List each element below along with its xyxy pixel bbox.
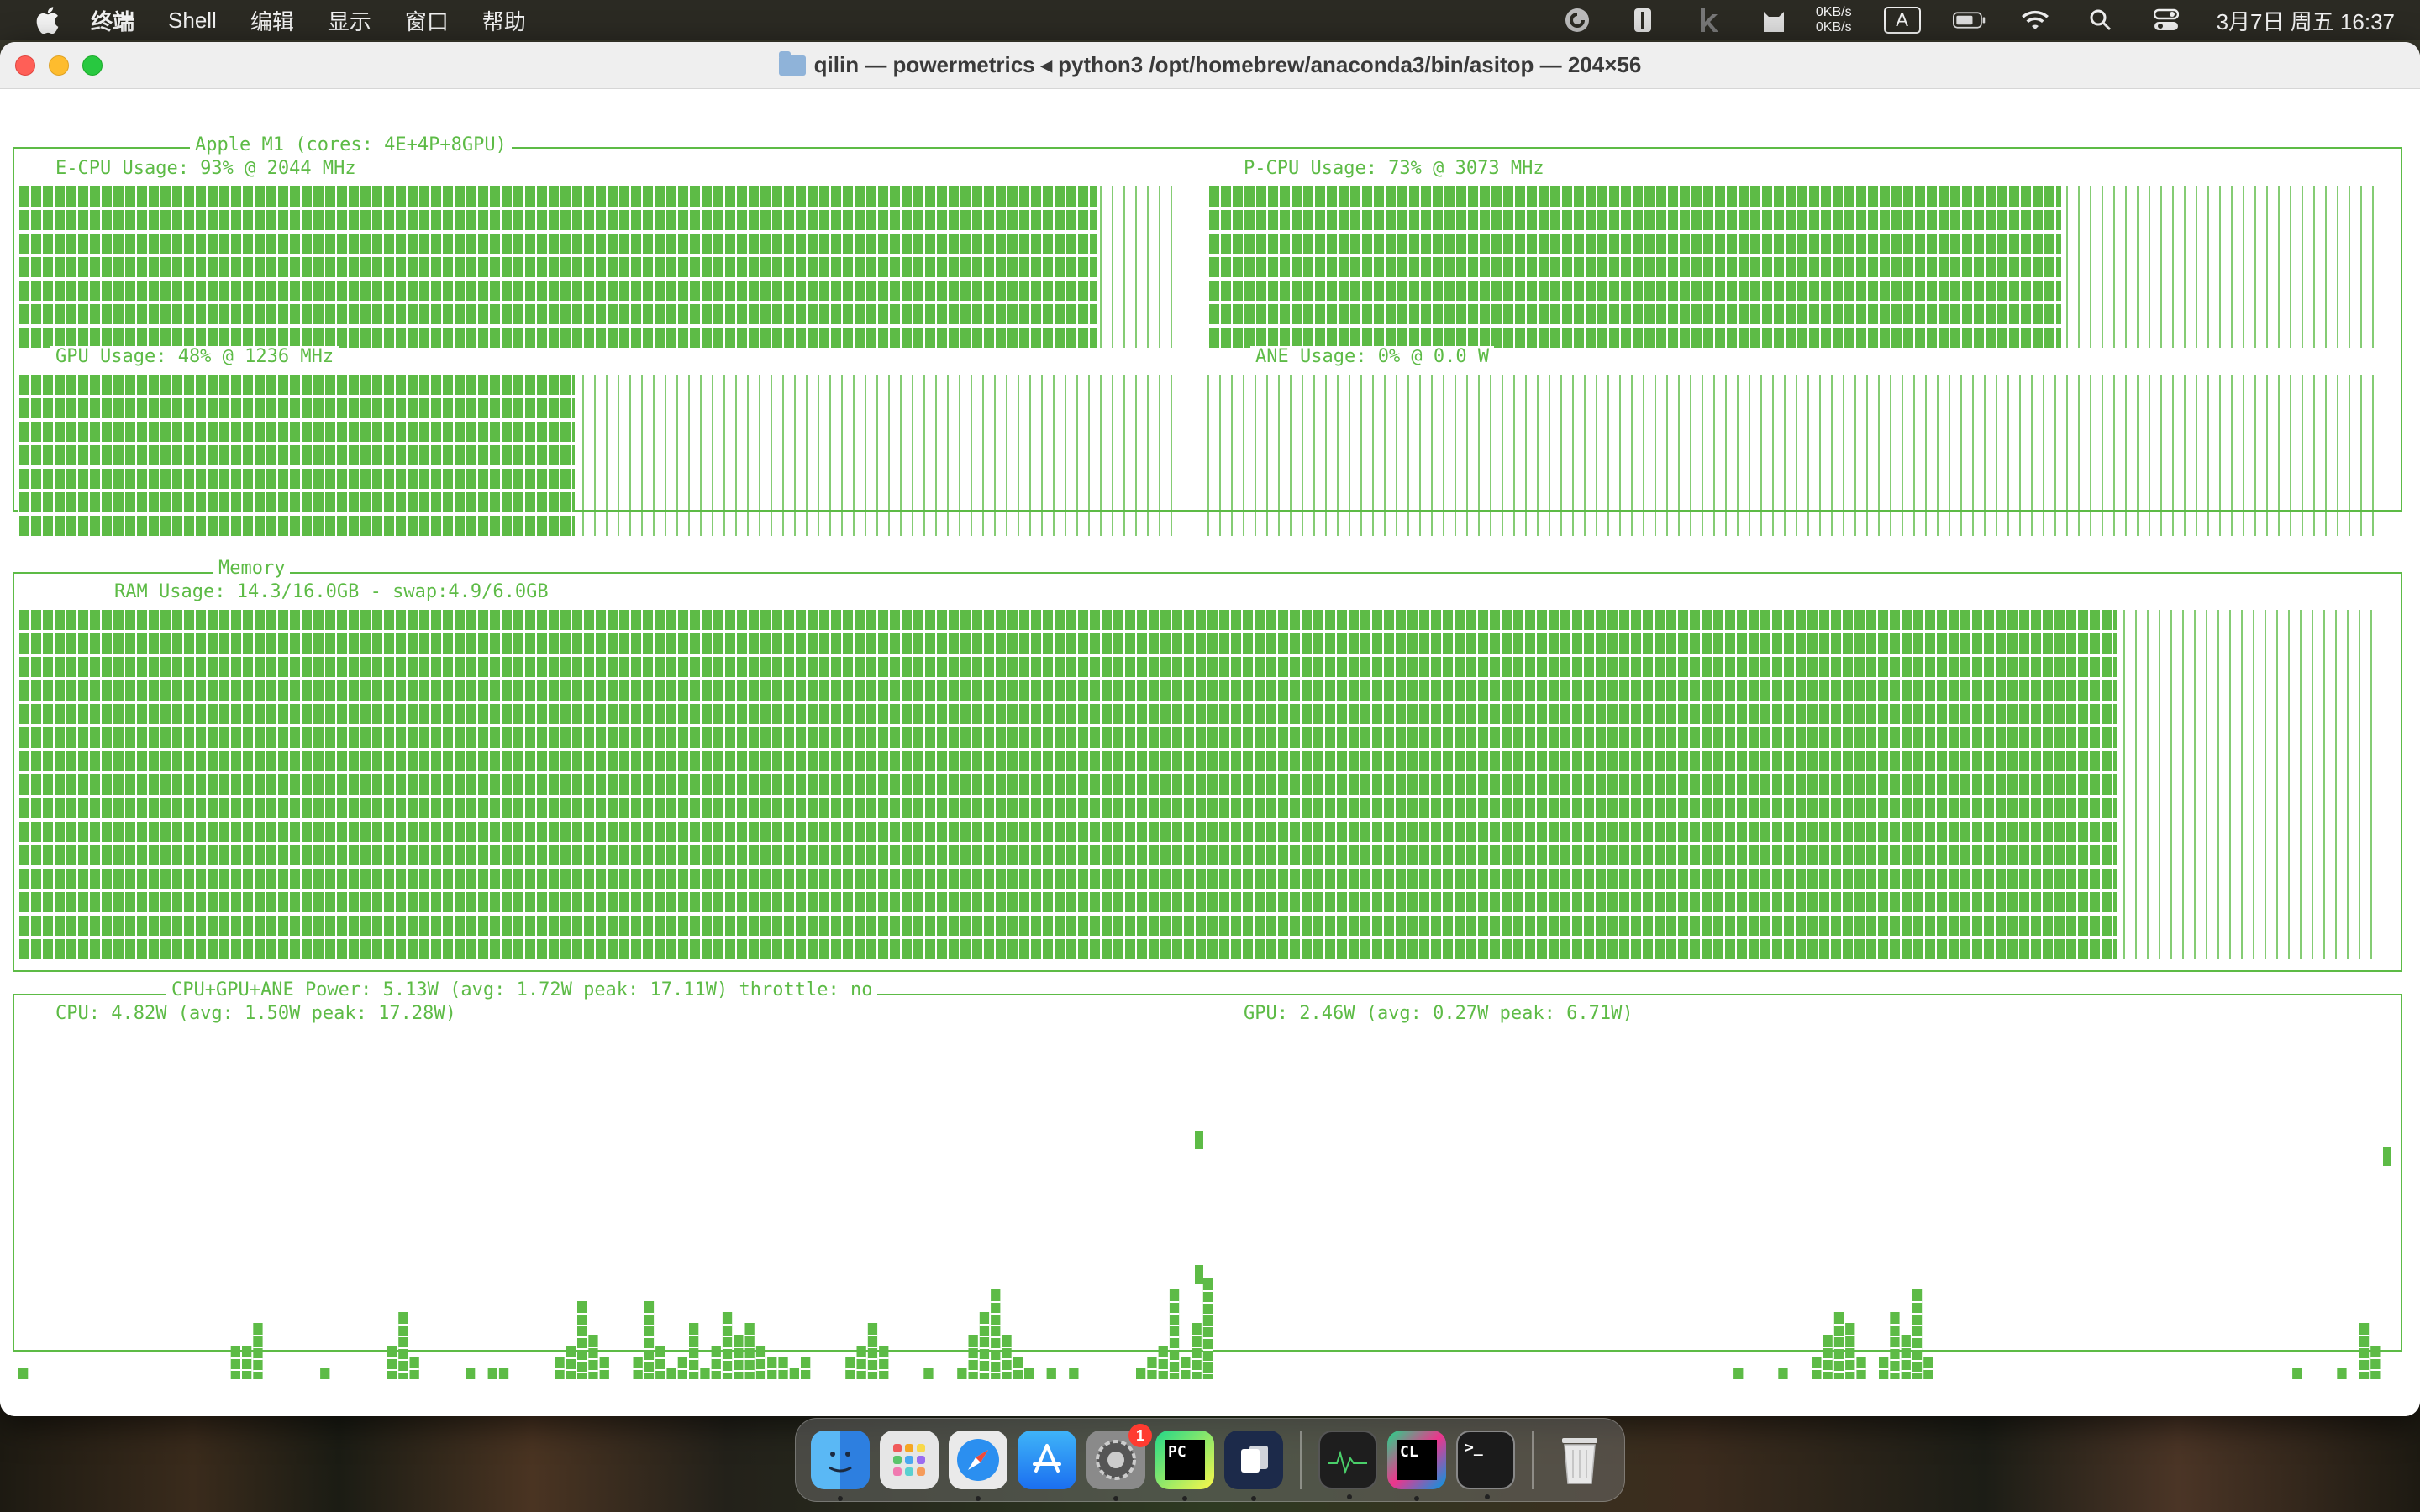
k-app-icon[interactable] <box>1691 3 1725 37</box>
wifi-icon[interactable] <box>2018 3 2052 37</box>
gpu-power-history <box>1733 1289 2381 1379</box>
parallels-icon[interactable] <box>1224 1431 1283 1501</box>
cpu-power-label: CPU: 4.82W (avg: 1.50W peak: 17.28W) <box>50 1003 461 1025</box>
menu-edit[interactable]: 编辑 <box>250 5 294 36</box>
window-title-text: qilin — powermetrics ◂ python3 /opt/home… <box>813 52 1642 77</box>
menu-view[interactable]: 显示 <box>328 5 371 36</box>
ram-usage-label: RAM Usage: 14.3/16.0GB - swap:4.9/6.0GB <box>109 581 554 603</box>
running-indicator <box>1485 1494 1490 1499</box>
pycharm-label: PC <box>1165 1440 1205 1480</box>
power-title: CPU+GPU+ANE Power: 5.13W (avg: 1.72W pea… <box>166 979 878 1001</box>
cat-icon[interactable] <box>1757 3 1791 37</box>
terminal-icon[interactable]: >_ <box>1456 1431 1515 1499</box>
gpu-gauge <box>18 375 1172 536</box>
running-indicator <box>1251 1496 1256 1501</box>
clion-label: CL <box>1397 1440 1437 1480</box>
control-center-icon[interactable] <box>2149 3 2183 37</box>
running-indicator <box>1182 1496 1187 1501</box>
pcpu-gauge <box>1207 186 2374 348</box>
pycharm-icon[interactable]: PC <box>1155 1431 1214 1501</box>
window-title: qilin — powermetrics ◂ python3 /opt/home… <box>0 50 2420 78</box>
net-up: 0KB/s <box>1815 5 1852 19</box>
terminal-prompt-glyph: >_ <box>1465 1439 1483 1457</box>
clion-icon[interactable]: CL <box>1387 1431 1446 1501</box>
minimize-button[interactable] <box>49 55 69 76</box>
battery-icon[interactable] <box>1952 3 1986 37</box>
gpu-peak-marker <box>2383 1147 2391 1166</box>
cpu-peak-marker-low <box>1195 1265 1203 1284</box>
vpn-status-icon[interactable] <box>1560 3 1594 37</box>
cpu-peak-marker <box>1195 1131 1203 1149</box>
app-store-icon[interactable] <box>1018 1431 1076 1489</box>
running-indicator <box>1347 1494 1352 1499</box>
launchpad-icon[interactable] <box>880 1431 939 1489</box>
dock-separator <box>1532 1431 1534 1489</box>
terminal-content[interactable]: Apple M1 (cores: 4E+4P+8GPU) E-CPU Usage… <box>0 89 2420 1416</box>
memory-title: Memory <box>213 558 291 580</box>
ecpu-label: E-CPU Usage: 93% @ 2044 MHz <box>50 158 361 180</box>
window-titlebar[interactable]: qilin — powermetrics ◂ python3 /opt/home… <box>0 42 2420 89</box>
running-indicator <box>1113 1496 1118 1501</box>
menu-app-name[interactable]: 终端 <box>91 5 134 36</box>
zoom-button[interactable] <box>82 55 103 76</box>
ecpu-gauge <box>18 186 1172 348</box>
activity-monitor-icon[interactable] <box>1318 1431 1377 1499</box>
finder-icon[interactable] <box>811 1431 870 1501</box>
search-icon[interactable] <box>2084 3 2118 37</box>
scroll-status-icon[interactable] <box>1626 3 1660 37</box>
ane-gauge <box>1207 375 2374 536</box>
input-method-indicator[interactable]: A <box>1883 7 1921 34</box>
ram-gauge <box>18 610 2372 959</box>
cpu-power-history <box>18 1278 1213 1379</box>
trash-icon[interactable] <box>1550 1431 1609 1489</box>
running-indicator <box>838 1496 843 1501</box>
dock: 1 PC CL >_ <box>795 1418 1625 1502</box>
notification-badge: 1 <box>1128 1424 1152 1447</box>
terminal-window: qilin — powermetrics ◂ python3 /opt/home… <box>0 42 2420 1416</box>
folder-icon <box>778 50 806 76</box>
menu-window[interactable]: 窗口 <box>405 5 449 36</box>
window-controls <box>15 55 103 76</box>
close-button[interactable] <box>15 55 35 76</box>
network-speed[interactable]: 0KB/s 0KB/s <box>1816 5 1852 35</box>
running-indicator <box>976 1496 981 1501</box>
running-indicator <box>1414 1496 1419 1501</box>
menu-shell[interactable]: Shell <box>168 8 217 34</box>
asitop-graphics <box>13 147 2402 1379</box>
gpu-power-label: GPU: 2.46W (avg: 0.27W peak: 6.71W) <box>1239 1003 1639 1025</box>
chip-title: Apple M1 (cores: 4E+4P+8GPU) <box>190 134 512 156</box>
net-down: 0KB/s <box>1815 20 1852 34</box>
gpu-usage-label: GPU Usage: 48% @ 1236 MHz <box>50 346 339 368</box>
menu-bar: 终端 Shell 编辑 显示 窗口 帮助 0KB/s 0KB/s A 3月7日 … <box>0 0 2420 40</box>
apple-icon[interactable] <box>32 5 62 35</box>
ane-usage-label: ANE Usage: 0% @ 0.0 W <box>1250 346 1495 368</box>
safari-icon[interactable] <box>949 1431 1007 1501</box>
pcpu-label: P-CPU Usage: 73% @ 3073 MHz <box>1239 158 1549 180</box>
system-settings-icon[interactable]: 1 <box>1086 1424 1152 1501</box>
dock-separator <box>1300 1431 1302 1489</box>
menubar-clock[interactable]: 3月7日 周五 16:37 <box>2217 5 2395 36</box>
menu-help[interactable]: 帮助 <box>482 5 526 36</box>
